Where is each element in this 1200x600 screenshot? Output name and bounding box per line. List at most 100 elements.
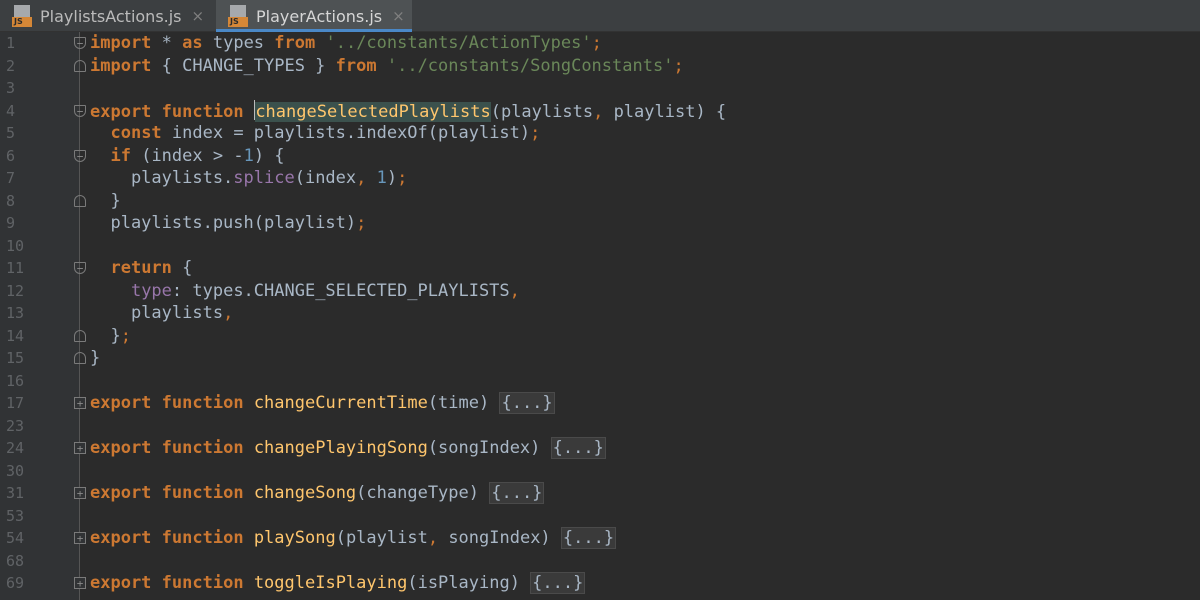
code-line[interactable]: 9 playlists.push(playlist);: [0, 212, 1200, 235]
code-line[interactable]: 1 − import * as types from '../constants/A…: [0, 32, 1200, 55]
code-token: ,: [223, 303, 234, 323]
code-token: ;: [397, 168, 408, 188]
line-number: 6: [6, 146, 16, 165]
code-token: }: [90, 190, 121, 211]
code-token: playlist) {: [603, 101, 727, 122]
line-number: 16: [6, 371, 25, 390]
code-text: playlists.splice(index, 1);: [90, 167, 407, 190]
code-token: from: [335, 55, 377, 76]
code-text: export function toggleIsPlaying(isPlayin…: [90, 572, 586, 595]
code-token: type: [130, 280, 172, 301]
code-line[interactable]: 30: [0, 460, 1200, 483]
code-token: types: [202, 33, 275, 53]
code-line[interactable]: 3: [0, 77, 1200, 100]
code-line[interactable]: 11 − return {: [0, 257, 1200, 280]
code-line[interactable]: 8 }: [0, 190, 1200, 213]
folded-code-block[interactable]: {...}: [489, 482, 545, 504]
fold-collapse-icon[interactable]: −: [74, 37, 86, 50]
folded-code-block[interactable]: {...}: [499, 392, 555, 414]
code-line[interactable]: 53: [0, 505, 1200, 528]
code-line[interactable]: 14 };: [0, 325, 1200, 348]
tab-player-actions[interactable]: JS PlayerActions.js ×: [216, 0, 412, 32]
fold-expand-icon[interactable]: +: [74, 442, 86, 455]
code-line[interactable]: 4 − export function changeSelectedPlaylist…: [0, 99, 1200, 123]
code-line[interactable]: 54 + export function playSong(playlist, so…: [0, 527, 1200, 550]
code-token: import: [90, 55, 152, 76]
fold-collapse-icon[interactable]: −: [74, 104, 86, 117]
fold-collapse-icon[interactable]: −: [74, 149, 86, 162]
code-token: ,: [593, 101, 604, 122]
code-line[interactable]: 7 playlists.splice(index, 1);: [0, 167, 1200, 190]
code-editor[interactable]: 1− import * as types from '../constants/A…: [0, 32, 1200, 600]
fold-collapse-icon[interactable]: [74, 329, 86, 342]
code-token: { CHANGE_TYPES }: [151, 55, 336, 76]
code-line[interactable]: 69 + export function toggleIsPlaying(isPla…: [0, 572, 1200, 595]
folded-code-block[interactable]: {...}: [550, 437, 606, 459]
code-text: if (index > -1) {: [90, 145, 285, 168]
code-text: export function changePlayingSong(songIn…: [90, 437, 606, 460]
code-token: (time): [427, 393, 500, 413]
folded-code-block[interactable]: {...}: [530, 572, 586, 594]
code-token: import: [90, 33, 152, 53]
code-token: : types.CHANGE_SELECTED_PLAYLISTS: [171, 280, 510, 301]
code-line[interactable]: 2 import { CHANGE_TYPES } from '../consta…: [0, 55, 1200, 78]
code-token: songIndex): [438, 528, 561, 548]
code-token: if: [110, 145, 131, 166]
line-number: 54: [6, 529, 25, 547]
code-token: export: [90, 573, 152, 593]
fold-expand-icon[interactable]: +: [74, 487, 86, 500]
line-number: 1: [6, 34, 16, 52]
code-token: (songIndex): [427, 438, 551, 458]
editor-tab-bar: JS PlaylistsActions.js × JS PlayerAction…: [0, 0, 1200, 32]
code-token: changeSelectedPlaylists: [255, 101, 491, 122]
fold-collapse-icon[interactable]: −: [74, 262, 86, 275]
code-text: type: types.CHANGE_SELECTED_PLAYLISTS,: [90, 280, 520, 303]
code-token: function: [161, 101, 244, 122]
code-text: }: [90, 190, 121, 213]
close-icon[interactable]: ×: [192, 7, 205, 25]
line-number: 69: [6, 574, 25, 592]
code-token: '../constants/ActionTypes': [325, 33, 592, 53]
line-number: 4: [6, 101, 16, 120]
fold-expand-icon[interactable]: +: [74, 532, 86, 545]
tab-playlists-actions[interactable]: JS PlaylistsActions.js ×: [0, 0, 212, 32]
code-line[interactable]: 5 const index = playlists.indexOf(playli…: [0, 122, 1200, 145]
code-line[interactable]: 31 + export function changeSong(changeType…: [0, 482, 1200, 505]
fold-collapse-icon[interactable]: [74, 194, 86, 207]
code-line[interactable]: 10: [0, 235, 1200, 258]
code-line[interactable]: 17 + export function changeCurrentTime(tim…: [0, 392, 1200, 415]
code-text: playlists,: [90, 302, 233, 325]
line-number: 68: [6, 551, 25, 570]
fold-expand-icon[interactable]: +: [74, 397, 86, 410]
code-line[interactable]: 6 − if (index > -1) {: [0, 145, 1200, 168]
code-line[interactable]: 15}: [0, 347, 1200, 370]
folded-code-block[interactable]: {...}: [560, 527, 617, 549]
code-line[interactable]: 13 playlists,: [0, 302, 1200, 325]
fold-collapse-icon[interactable]: [74, 352, 86, 364]
code-token: ) {: [253, 145, 285, 166]
code-token: ;: [673, 55, 684, 76]
code-token: splice: [233, 168, 295, 188]
code-line[interactable]: 16: [0, 370, 1200, 393]
fold-expand-icon[interactable]: +: [74, 577, 86, 590]
code-token: (playlists: [490, 101, 594, 122]
line-number: 5: [6, 124, 16, 142]
line-number: 17: [6, 394, 25, 412]
code-line[interactable]: 68: [0, 550, 1200, 573]
code-line[interactable]: 23: [0, 415, 1200, 438]
code-line[interactable]: 12 type: types.CHANGE_SELECTED_PLAYLISTS…: [0, 280, 1200, 303]
code-line[interactable]: 24 + export function changePlayingSong(son…: [0, 437, 1200, 460]
line-number: 23: [6, 416, 25, 435]
code-text: export function playSong(playlist, songI…: [90, 527, 617, 550]
fold-collapse-icon[interactable]: [74, 59, 86, 72]
close-icon[interactable]: ×: [392, 7, 405, 25]
